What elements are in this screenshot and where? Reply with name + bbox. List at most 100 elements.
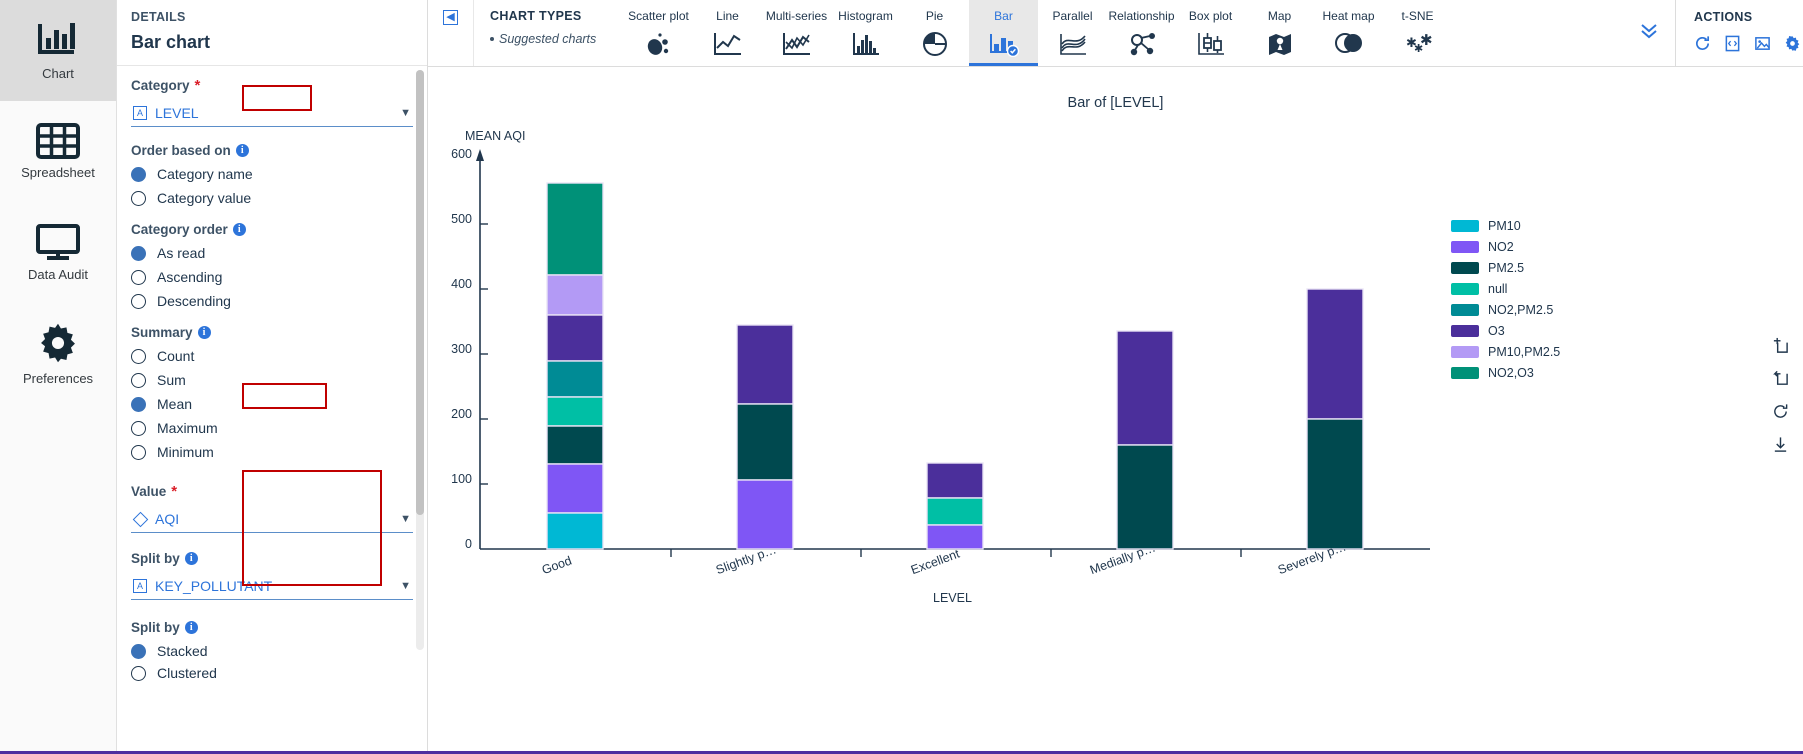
legend-item-pm10[interactable]: PM10 <box>1451 219 1560 233</box>
legend-item-pm25[interactable]: PM2.5 <box>1451 261 1560 275</box>
info-icon[interactable]: i <box>232 223 246 236</box>
info-icon[interactable]: i <box>235 144 249 157</box>
details-scrollbar[interactable] <box>416 70 424 650</box>
reset-icon[interactable] <box>1772 403 1789 420</box>
chart-type-label: Heat map <box>1322 9 1375 23</box>
category-label-text: Category <box>131 78 190 93</box>
chart-type-heat-map[interactable]: Heat map <box>1314 0 1383 66</box>
legend-item-pm10-pm25[interactable]: PM10,PM2.5 <box>1451 345 1560 359</box>
chart-canvas: Bar of [LEVEL] MEAN AQI LEVEL 600 500 40… <box>428 67 1803 751</box>
download-icon[interactable] <box>1772 436 1789 453</box>
legend-swatch <box>1451 220 1479 232</box>
chart-type-pie[interactable]: Pie <box>900 0 969 66</box>
main-area: ◀ CHART TYPES Suggested charts Scatter p… <box>428 0 1803 751</box>
legend-label: PM10,PM2.5 <box>1488 345 1561 359</box>
y-tick-500: 500 <box>451 212 472 226</box>
chart-type-tsne[interactable]: t-SNE ✱ ✱ ✱ <box>1383 0 1452 66</box>
legend-label: NO2 <box>1488 240 1514 254</box>
radio-summary-count[interactable]: Count <box>131 348 413 364</box>
info-icon[interactable]: i <box>184 552 198 565</box>
value-group: Value * AQI ▼ <box>131 484 413 533</box>
chart-builder-app: Chart Spreadsheet Data Audit Preferences… <box>0 0 1803 754</box>
radio-indicator <box>131 190 146 206</box>
chart-type-histogram[interactable]: Histogram <box>831 0 900 66</box>
chart-type-parallel[interactable]: Parallel <box>1038 0 1107 66</box>
actions-icon-row <box>1694 35 1803 52</box>
multi-series-icon <box>782 31 812 57</box>
radio-indicator <box>131 665 146 681</box>
chevron-down-icon[interactable]: ▼ <box>400 107 411 119</box>
chart-legend: PM10 NO2 PM2.5 null NO2,PM2.5 O3 PM10,PM… <box>1451 219 1560 380</box>
radio-split-clustered[interactable]: Clustered <box>131 665 413 681</box>
gear-icon[interactable] <box>1784 35 1801 52</box>
radio-indicator <box>131 245 146 261</box>
export-code-icon[interactable] <box>1724 35 1741 52</box>
rail-label-chart: Chart <box>42 66 74 81</box>
details-panel: DETAILS Bar chart Category * A LEVEL ▼ O… <box>117 0 428 751</box>
bar-chart-icon <box>988 31 1020 58</box>
radio-indicator <box>131 372 146 388</box>
refresh-icon[interactable] <box>1694 35 1711 52</box>
chart-type-relationship[interactable]: Relationship <box>1107 0 1176 66</box>
category-required-asterisk: * <box>194 77 201 94</box>
chevron-down-icon[interactable]: ▼ <box>400 580 411 592</box>
more-chart-types-button[interactable] <box>1623 0 1675 66</box>
chart-type-line[interactable]: Line <box>693 0 762 66</box>
split-by-selected-value: KEY_POLLUTANT <box>155 578 273 594</box>
radio-order-ascending[interactable]: Ascending <box>131 269 413 285</box>
export-image-icon[interactable] <box>1754 35 1771 52</box>
legend-item-no2-pm25[interactable]: NO2,PM2.5 <box>1451 303 1560 317</box>
summary-group: Summary i Count Sum Mean Maximum Minimum <box>131 325 413 460</box>
radio-split-stacked[interactable]: Stacked <box>131 643 413 659</box>
radio-summary-maximum[interactable]: Maximum <box>131 420 413 436</box>
line-chart-icon <box>713 31 743 57</box>
radio-summary-minimum[interactable]: Minimum <box>131 444 413 460</box>
actions-panel: ACTIONS <box>1675 0 1803 66</box>
rail-item-spreadsheet[interactable]: Spreadsheet <box>0 101 116 202</box>
rail-item-preferences[interactable]: Preferences <box>0 303 116 404</box>
info-icon[interactable]: i <box>197 326 211 339</box>
bullet-icon <box>490 37 494 41</box>
details-scrollbar-thumb[interactable] <box>416 70 424 515</box>
chevron-down-icon[interactable]: ▼ <box>400 513 411 525</box>
split-by-mode-label-text: Split by <box>131 620 180 635</box>
radio-label: Category value <box>157 190 252 206</box>
add-frame-icon[interactable] <box>1772 337 1789 354</box>
radio-label: Descending <box>157 293 231 309</box>
chart-type-scatter-plot[interactable]: Scatter plot <box>624 0 693 66</box>
radio-order-category-name[interactable]: Category name <box>131 166 413 182</box>
legend-item-no2[interactable]: NO2 <box>1451 240 1560 254</box>
legend-item-null[interactable]: null <box>1451 282 1560 296</box>
rail-item-chart[interactable]: Chart <box>0 0 116 101</box>
radio-label: Sum <box>157 372 186 388</box>
chart-type-bar[interactable]: Bar <box>969 0 1038 66</box>
radio-order-descending[interactable]: Descending <box>131 293 413 309</box>
legend-item-o3[interactable]: O3 <box>1451 324 1560 338</box>
radio-order-as-read[interactable]: As read <box>131 245 413 261</box>
rail-item-data-audit[interactable]: Data Audit <box>0 202 116 303</box>
undo-frame-icon[interactable] <box>1772 370 1789 387</box>
chart-type-label: Histogram <box>838 9 893 23</box>
legend-item-no2-o3[interactable]: NO2,O3 <box>1451 366 1560 380</box>
gear-icon <box>35 321 81 365</box>
chart-type-multi-series[interactable]: Multi-series <box>762 0 831 66</box>
details-kicker: DETAILS <box>131 10 186 24</box>
legend-swatch <box>1451 346 1479 358</box>
legend-label: NO2,PM2.5 <box>1488 303 1554 317</box>
category-order-label-text: Category order <box>131 222 228 237</box>
split-by-select[interactable]: A KEY_POLLUTANT ▼ <box>131 572 413 600</box>
radio-summary-mean[interactable]: Mean <box>131 396 413 412</box>
scatter-plot-icon <box>644 31 674 57</box>
category-select[interactable]: A LEVEL ▼ <box>131 99 413 127</box>
collapse-details-button[interactable]: ◀ <box>428 0 474 66</box>
radio-indicator <box>131 396 146 412</box>
radio-label: Minimum <box>157 444 214 460</box>
radio-summary-sum[interactable]: Sum <box>131 372 413 388</box>
radio-order-category-value[interactable]: Category value <box>131 190 413 206</box>
chart-type-map[interactable]: Map <box>1245 0 1314 66</box>
chart-type-box-plot[interactable]: Box plot <box>1176 0 1245 66</box>
info-icon[interactable]: i <box>184 621 198 634</box>
bar-chart-icon <box>35 20 81 60</box>
value-select[interactable]: AQI ▼ <box>131 505 413 533</box>
chart-type-label: Scatter plot <box>628 9 689 23</box>
